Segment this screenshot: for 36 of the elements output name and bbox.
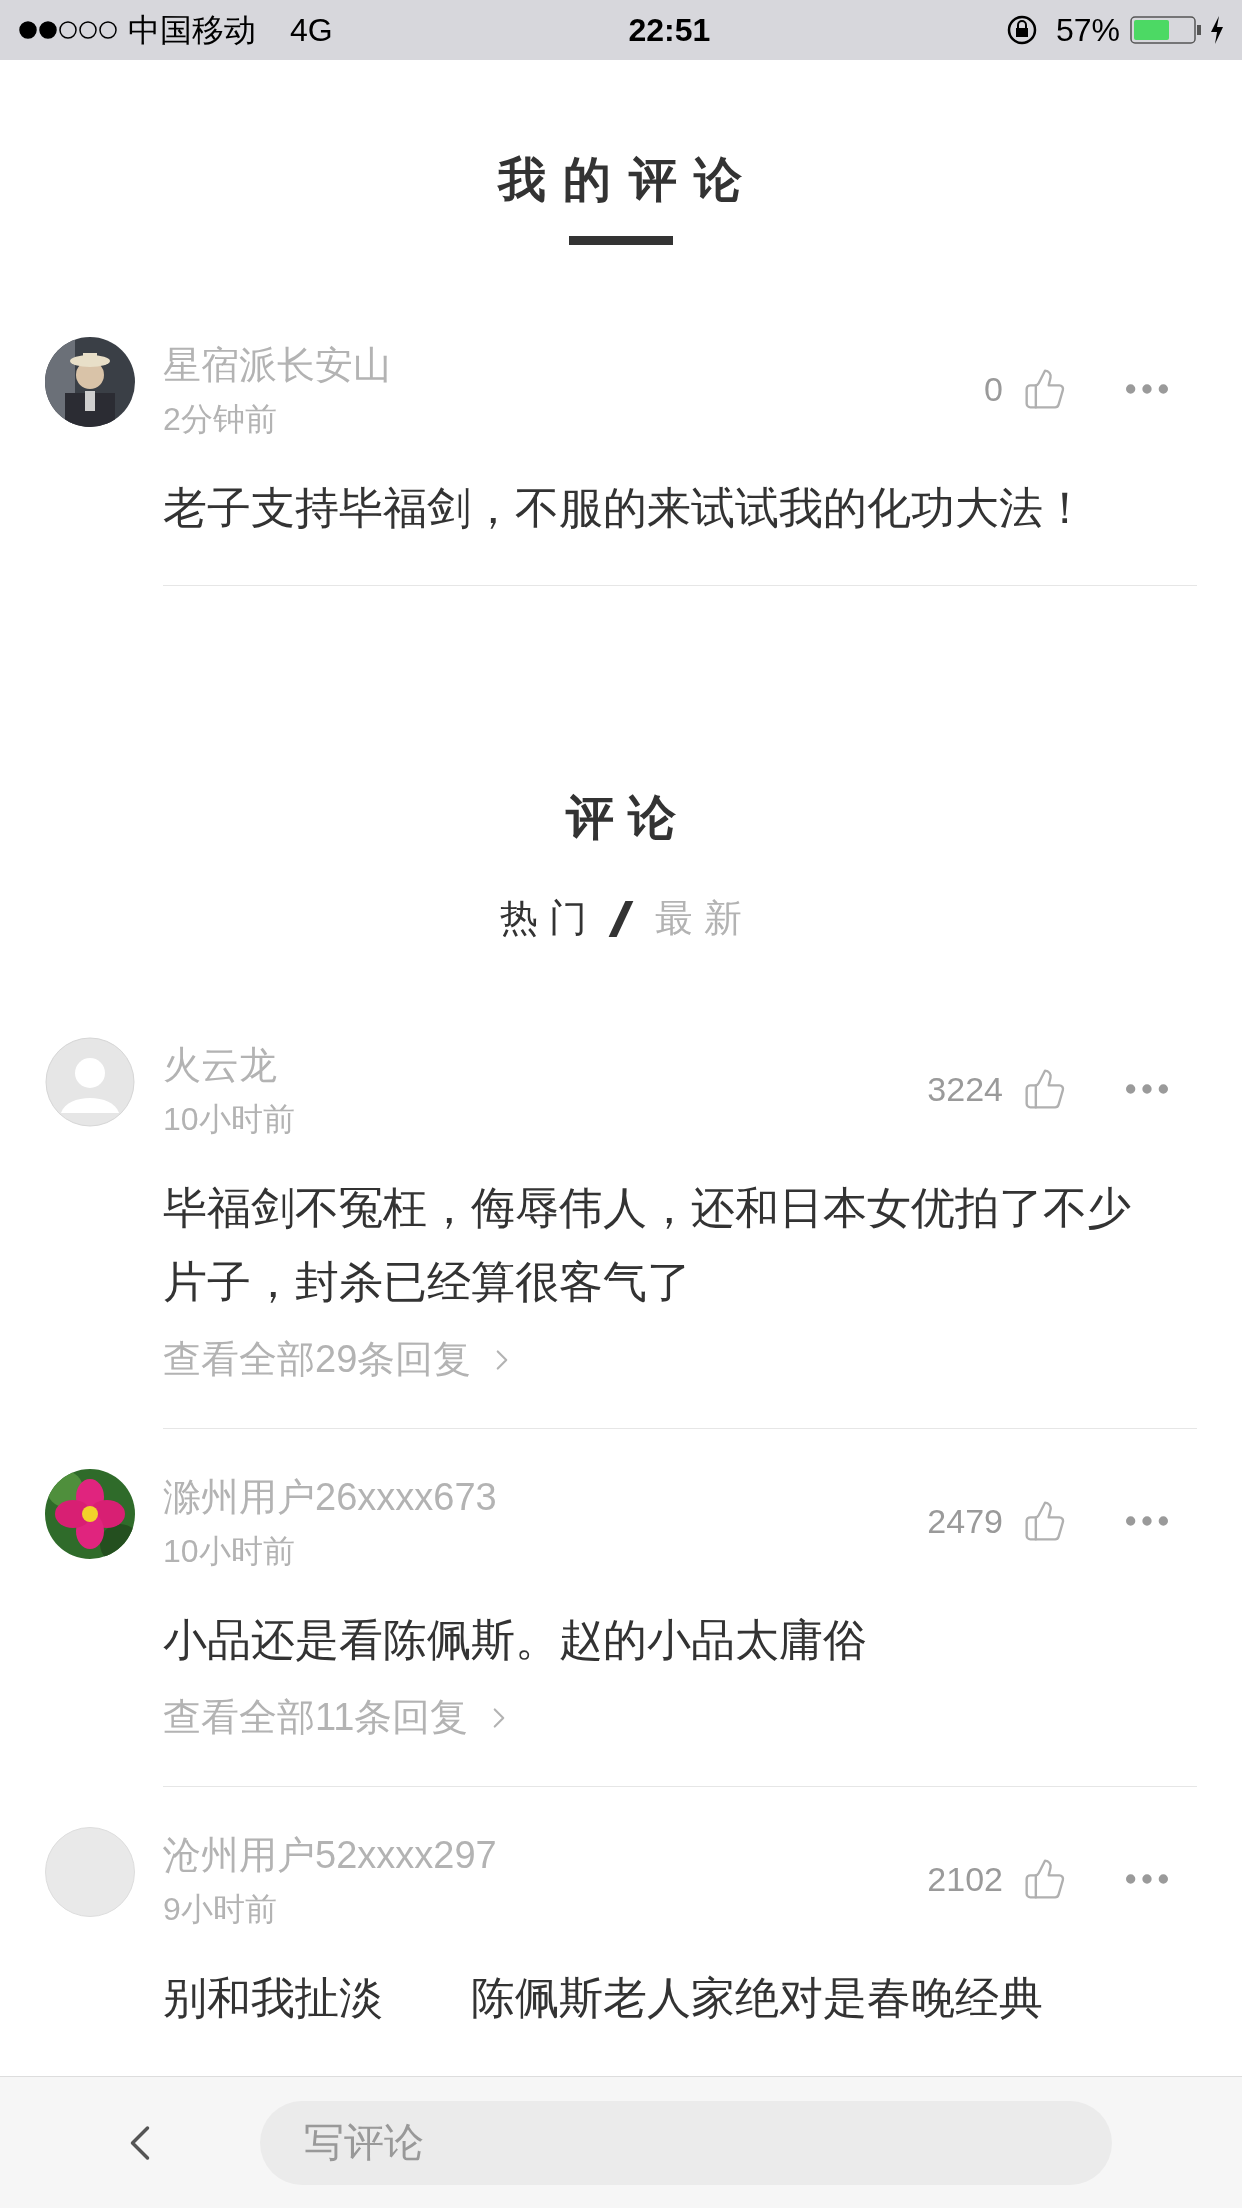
signal-icon bbox=[18, 20, 118, 40]
like-count: 2479 bbox=[927, 1500, 1003, 1542]
sort-tab[interactable]: 最 新 bbox=[655, 890, 742, 947]
like-count: 0 bbox=[984, 368, 1003, 410]
clock: 22:51 bbox=[628, 11, 711, 50]
comment-text: 小品还是看陈佩斯。赵的小品太庸俗 bbox=[163, 1614, 868, 1666]
username[interactable]: 沧州用户52xxxx297 bbox=[163, 1827, 497, 1883]
timestamp: 10小时前 bbox=[163, 1100, 295, 1139]
timestamp: 10小时前 bbox=[163, 1532, 295, 1571]
thumbs-up-icon[interactable] bbox=[1023, 1499, 1067, 1543]
battery-percent: 57% bbox=[1055, 11, 1120, 50]
comment-text: 别和我扯淡 陈佩斯老人家绝对是春晚经典 bbox=[163, 1972, 1044, 2024]
like-count: 2102 bbox=[927, 1858, 1003, 1900]
section-title: 评 论 bbox=[566, 790, 676, 846]
view-replies-link[interactable]: 查看全部29条回复 bbox=[163, 1331, 520, 1388]
battery-icon bbox=[1130, 16, 1202, 44]
comment-text: 毕福剑不冤枉，侮辱伟人，还和日本女优拍了不少片子，封杀已经算很客气了 bbox=[163, 1182, 1132, 1308]
carrier: 中国移动 bbox=[128, 11, 256, 50]
view-replies-link[interactable]: 查看全部11条回复 bbox=[163, 1689, 517, 1746]
username[interactable]: 滁州用户26xxxx673 bbox=[163, 1469, 497, 1525]
section-title: 我 的 评 论 bbox=[498, 152, 744, 208]
thumbs-up-icon[interactable] bbox=[1023, 1067, 1067, 1111]
sort-tab[interactable]: 热 门 bbox=[500, 890, 587, 947]
charging-icon bbox=[1210, 16, 1224, 44]
username[interactable]: 星宿派长安山 bbox=[163, 337, 391, 393]
comment-input[interactable]: 写评论 bbox=[260, 2100, 1112, 2185]
timestamp: 9小时前 bbox=[163, 1890, 277, 1929]
rotation-lock-icon bbox=[1005, 14, 1038, 46]
default-avatar-icon bbox=[45, 1037, 135, 1127]
like-count: 3224 bbox=[927, 1068, 1003, 1110]
username[interactable]: 火云龙 bbox=[163, 1037, 277, 1093]
thumbs-up-icon[interactable] bbox=[1023, 1857, 1067, 1901]
timestamp: 2分钟前 bbox=[163, 400, 277, 439]
network-type: 4G bbox=[290, 11, 333, 50]
comment-text: 老子支持毕福剑，不服的来试试我的化功大法！ bbox=[163, 482, 1088, 534]
thumbs-up-icon[interactable] bbox=[1023, 367, 1067, 411]
